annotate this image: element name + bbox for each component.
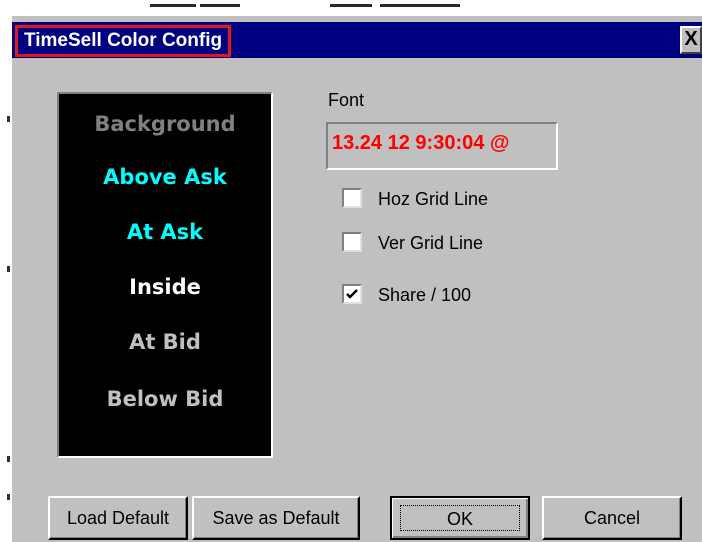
window-title: TimeSell Color Config [15,25,232,57]
background-app-strip [0,0,702,16]
color-item-below-bid[interactable]: Below Bid [59,384,271,414]
checkmark-icon [346,289,358,299]
hoz-grid-line-checkbox[interactable] [342,188,362,208]
color-item-above-ask[interactable]: Above Ask [59,162,271,192]
ver-grid-line-label: Ver Grid Line [378,233,484,253]
background-app-edge [0,16,12,542]
color-category-list: Background Above Ask At Ask Inside At Bi… [57,92,273,458]
color-item-at-bid[interactable]: At Bid [59,327,271,357]
timesell-color-config-dialog: TimeSell Color Config X Background Above… [12,22,702,542]
save-as-default-button[interactable]: Save as Default [192,496,360,540]
color-item-inside[interactable]: Inside [59,272,271,302]
cancel-button[interactable]: Cancel [542,496,682,540]
share-100-label: Share / 100 [378,285,472,305]
close-button[interactable]: X [680,26,702,54]
share-100-checkbox[interactable] [342,284,362,304]
font-sample-box[interactable]: 13.24 12 9:30:04 @ [326,122,558,170]
ver-grid-line-checkbox[interactable] [342,232,362,252]
font-label: Font [328,90,365,110]
ok-button[interactable]: OK [390,496,530,540]
color-item-background[interactable]: Background [59,109,271,139]
title-bar[interactable]: TimeSell Color Config X [12,22,702,58]
color-item-at-ask[interactable]: At Ask [59,217,271,247]
ok-button-label: OK [400,505,520,531]
hoz-grid-line-label: Hoz Grid Line [378,189,489,209]
load-default-button[interactable]: Load Default [48,496,188,540]
